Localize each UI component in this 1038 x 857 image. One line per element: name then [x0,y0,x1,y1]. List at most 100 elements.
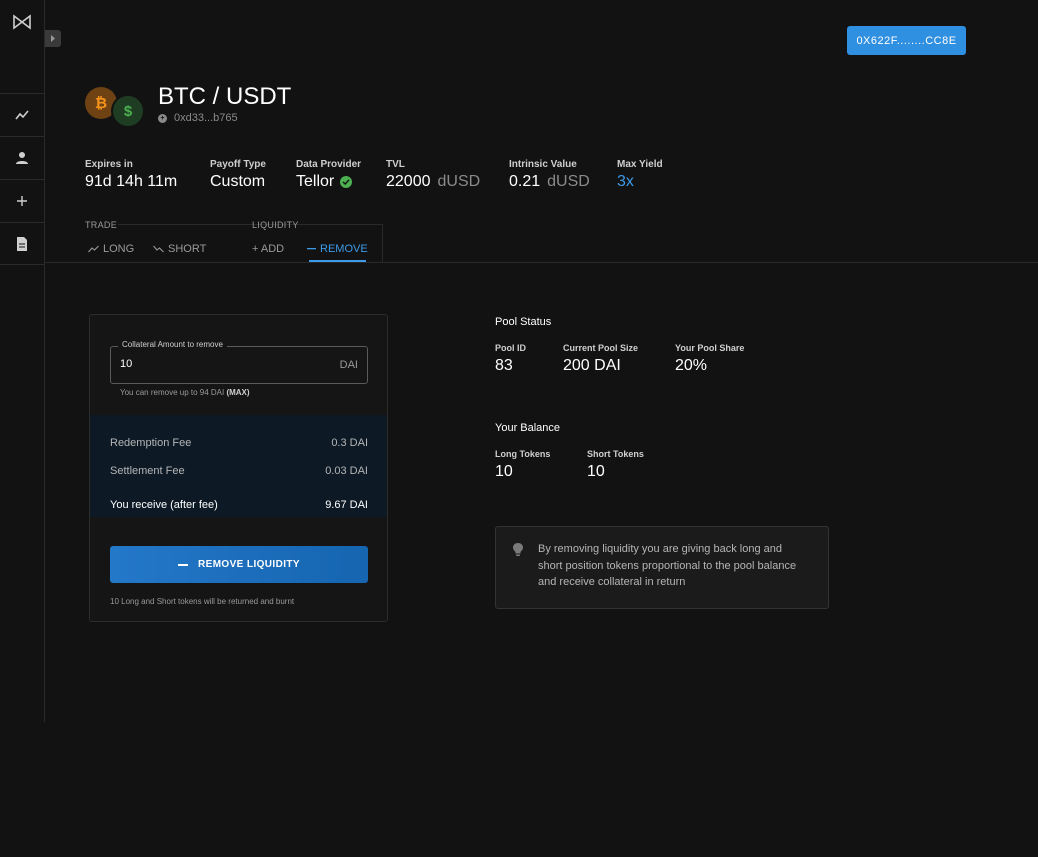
stat-value: 0.21 dUSD [509,173,590,191]
fee-row-settlement: Settlement Fee 0.03 DAI [110,465,368,477]
fee-label: Settlement Fee [110,465,185,477]
stat-data-provider: Data Provider Tellor [296,159,361,191]
pool-size: Current Pool Size 200 DAI [563,343,638,375]
side-nav [0,93,44,265]
trend-up-icon [88,245,99,253]
collateral-unit: DAI [339,359,358,371]
pool-share-value: 20% [675,357,708,374]
sidebar-item-dashboard[interactable] [0,136,44,179]
burn-note: 10 Long and Short tokens will be returne… [110,597,295,606]
intrinsic-value: 0.21 [509,173,541,190]
liquidity-group-label: LIQUIDITY [252,220,299,230]
stat-value: 91d 14h 11m [85,173,178,190]
long-tokens-value: 10 [495,463,513,480]
tab-remove-label: REMOVE [320,243,368,255]
stat-label: TVL [386,159,405,170]
info-text: By removing liquidity you are giving bac… [538,543,797,588]
tvl-value: 22000 [386,173,431,190]
stat-tvl: TVL 22000 dUSD [386,159,480,191]
tab-long-label: LONG [103,243,135,255]
long-tokens: Long Tokens 10 [495,449,550,481]
stat-value: Custom [210,173,266,190]
receive-value: 9.67 DAI [325,499,368,511]
collateral-amount-label: Collateral Amount to remove [118,340,227,349]
pool-address[interactable]: + 0xd33...b765 [158,112,238,124]
tab-short-label: SHORT [168,243,207,255]
stat-intrinsic-value: Intrinsic Value 0.21 dUSD [509,159,590,191]
pool-size-label: Current Pool Size [563,343,639,353]
chart-line-icon [15,110,29,120]
provider-name: Tellor [296,173,335,190]
collateral-amount-input[interactable] [120,358,320,370]
tab-add-label: + ADD [252,243,285,255]
stat-value: 3x [617,173,634,190]
max-helper-text: You can remove up to 94 DAI (MAX) [120,388,250,397]
tab-short[interactable]: SHORT [153,237,206,261]
max-link[interactable]: (MAX) [226,388,249,397]
wallet-address-button[interactable]: 0X622F........CC8E [847,26,966,55]
tab-remove[interactable]: REMOVE [307,237,368,261]
fee-label: Redemption Fee [110,437,192,449]
fee-row-redemption: Redemption Fee 0.3 DAI [110,437,368,449]
fee-summary-panel: Redemption Fee 0.3 DAI Settlement Fee 0.… [90,415,387,517]
pool-share: Your Pool Share 20% [675,343,744,375]
plus-icon [17,196,27,206]
tab-add[interactable]: + ADD [252,237,284,261]
usdt-icon: $ [111,94,145,128]
stat-label: Max Yield [617,159,663,170]
sidebar-toggle-button[interactable] [45,30,61,47]
sidebar-item-docs[interactable] [0,222,44,265]
fee-value: 0.03 DAI [325,465,368,477]
trade-tab-group: TRADE LONG SHORT [85,219,225,262]
page-title: BTC / USDT [158,83,292,110]
stat-label: Expires in [85,159,133,170]
pool-share-label: Your Pool Share [675,343,745,353]
sidebar-item-markets[interactable] [0,93,44,136]
remove-liquidity-label: REMOVE LIQUIDITY [198,559,300,570]
short-tokens-value: 10 [587,463,605,480]
stat-label: Intrinsic Value [509,159,577,170]
short-tokens: Short Tokens 10 [587,449,644,481]
pool-id-label: Pool ID [495,343,526,353]
remove-liquidity-button[interactable]: REMOVE LIQUIDITY [110,546,368,583]
trade-group-label: TRADE [85,220,118,230]
liquidity-tab-group: LIQUIDITY + ADD REMOVE [252,219,392,262]
fee-row-receive: You receive (after fee) 9.67 DAI [110,499,368,511]
pool-status-title: Pool Status [495,316,552,328]
stat-value: Tellor [296,173,361,191]
pool-id: Pool ID 83 [495,343,526,375]
lightbulb-icon [513,543,523,556]
copy-icon[interactable]: + [158,113,167,123]
stat-label: Payoff Type [210,159,266,170]
pair-icons: ₿ $ [85,87,145,128]
collateral-amount-field[interactable]: Collateral Amount to remove DAI [110,340,368,384]
trend-down-icon [153,245,164,253]
stat-value: 22000 dUSD [386,173,480,191]
pool-size-value: 200 DAI [563,357,621,374]
logo-icon[interactable] [12,14,32,30]
remove-liquidity-card: Collateral Amount to remove DAI You can … [89,314,388,622]
tab-long[interactable]: LONG [88,237,134,261]
stat-max-yield: Max Yield 3x [617,159,663,191]
fee-value: 0.3 DAI [331,437,368,449]
long-tokens-label: Long Tokens [495,449,551,459]
intrinsic-unit: dUSD [547,173,590,190]
sidebar-item-create[interactable] [0,179,44,222]
stat-expires: Expires in 91d 14h 11m [85,159,177,191]
balance-title: Your Balance [495,422,561,434]
document-icon [17,236,27,251]
receive-label: You receive (after fee) [110,499,218,511]
info-box: By removing liquidity you are giving bac… [495,526,829,609]
verified-check-icon [340,176,353,188]
caret-right-icon [51,35,55,42]
tvl-unit: dUSD [437,173,481,190]
divider [45,262,1038,263]
sidebar [0,0,45,722]
max-helper-label: You can remove up to 94 DAI [120,388,225,397]
pool-id-value: 83 [495,357,513,374]
stat-payoff-type: Payoff Type Custom [210,159,266,191]
stat-label: Data Provider [296,159,362,170]
short-tokens-label: Short Tokens [587,449,644,459]
minus-icon [307,248,316,250]
pool-address-text: 0xd33...b765 [174,112,238,124]
